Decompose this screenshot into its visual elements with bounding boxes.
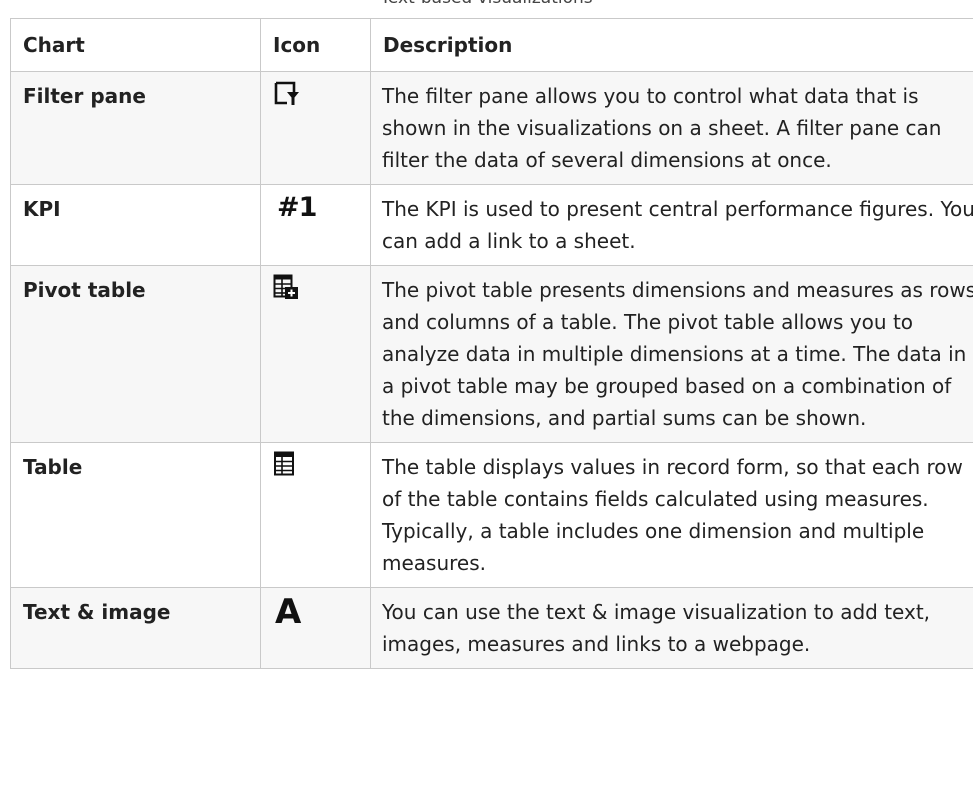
chart-name-cell: Filter pane (10, 71, 261, 185)
table-row: Text & image A You can use the text & im… (10, 587, 973, 669)
column-header-description: Description (370, 18, 973, 72)
description-cell: The pivot table presents dimensions and … (370, 265, 973, 443)
icon-cell (260, 71, 371, 185)
visualizations-table: Chart Icon Description Filter pane The f… (10, 18, 973, 669)
description-cell: The table displays values in record form… (370, 442, 973, 588)
description-cell: The KPI is used to present central perfo… (370, 184, 973, 266)
header-row: Chart Icon Description (10, 18, 973, 72)
table-row: Pivot table The pivot table presents dim… (10, 265, 973, 443)
icon-cell: #1 (260, 184, 371, 266)
column-header-icon: Icon (260, 18, 371, 72)
table-caption: Text-based visualizations (0, 0, 973, 8)
chart-name-cell: Table (10, 442, 261, 588)
chart-name-cell: Pivot table (10, 265, 261, 443)
icon-cell: A (260, 587, 371, 669)
table-icon (274, 451, 294, 476)
description-cell: You can use the text & image visualizati… (370, 587, 973, 669)
icon-cell (260, 442, 371, 588)
description-cell: The filter pane allows you to control wh… (370, 71, 973, 185)
table-row: Table The table displays values in recor… (10, 442, 973, 588)
kpi-icon: #1 (277, 192, 317, 223)
chart-name-cell: Text & image (10, 587, 261, 669)
column-header-chart: Chart (10, 18, 261, 72)
text-image-icon: A (275, 592, 302, 632)
icon-cell (260, 265, 371, 443)
filter-pane-icon (274, 81, 299, 105)
pivot-table-icon (273, 274, 298, 299)
table-row: Filter pane The filter pane allows you t… (10, 71, 973, 185)
table-row: KPI #1 The KPI is used to present centra… (10, 184, 973, 266)
chart-name-cell: KPI (10, 184, 261, 266)
